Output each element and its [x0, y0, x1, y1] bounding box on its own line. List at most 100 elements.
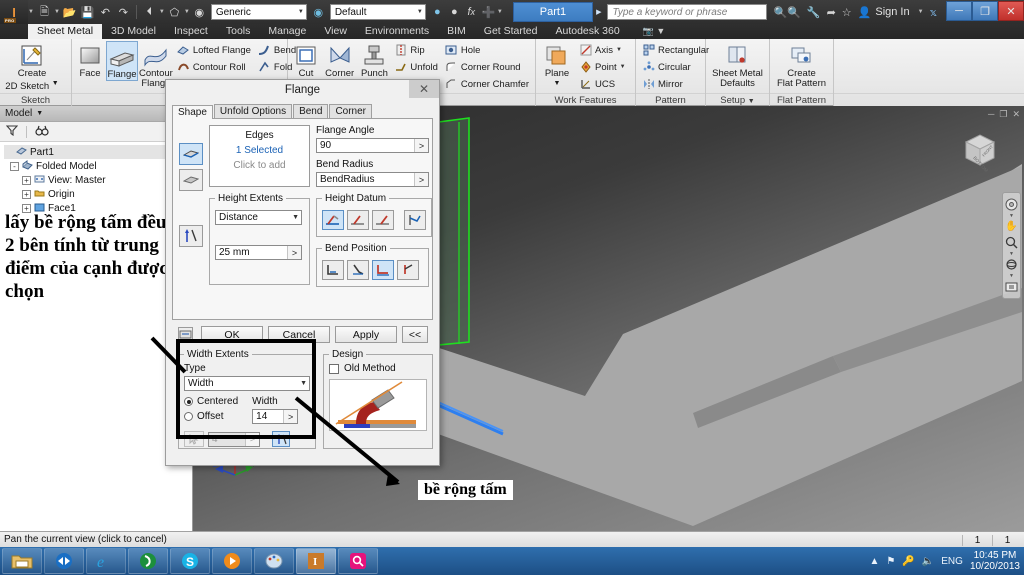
hole-button[interactable]: Hole [442, 42, 532, 58]
application-menu-button[interactable]: I PRO [0, 0, 28, 24]
browser-header[interactable]: Model ▼ [0, 106, 192, 122]
document-tab-part1[interactable]: Part1 [512, 2, 594, 22]
tab-3d-model[interactable]: 3D Model [102, 24, 165, 39]
tab-shape[interactable]: Shape [172, 105, 213, 119]
volume-icon[interactable]: 🔈 [922, 556, 934, 567]
full-navigation-wheel-icon[interactable] [1004, 197, 1019, 212]
zoom-chevron-icon[interactable]: ▼ [1009, 251, 1014, 257]
offset-radio-row[interactable]: Offset [184, 411, 238, 422]
taskbar-internet-explorer[interactable]: e [86, 548, 126, 574]
signin-chevron-icon[interactable]: ▼ [918, 9, 924, 15]
zoom-icon[interactable] [1004, 235, 1019, 250]
mirror-button[interactable]: Mirror [639, 76, 712, 92]
search-help-icon[interactable]: 🔍🔍 [773, 6, 800, 19]
setup-chevron-icon[interactable]: ▼ [748, 98, 755, 105]
document-tab-chevron-icon[interactable]: ▶ [596, 8, 601, 16]
height-extents-chevron-down-icon[interactable]: ▼ [292, 214, 299, 221]
cancel-button[interactable]: Cancel [268, 326, 330, 343]
collapse-dialog-button[interactable]: << [402, 326, 428, 343]
wrench-icon[interactable]: 🔧 [807, 6, 821, 19]
restore-button[interactable]: ❐ [972, 1, 998, 21]
redo-icon[interactable]: ↷ [115, 3, 132, 21]
offset-radio[interactable] [184, 412, 193, 421]
color-wheel-icon[interactable]: ◉ [310, 3, 327, 21]
taskbar-media-player[interactable] [212, 548, 252, 574]
sign-in-link[interactable]: Sign In [875, 6, 909, 18]
flange-angle-input[interactable]: 90 > [316, 138, 429, 153]
work-plane-button[interactable]: Plane ▼ [539, 41, 575, 92]
appearance-chevron-icon[interactable]: ▼ [417, 9, 423, 15]
ucs-button[interactable]: UCS [576, 76, 629, 92]
tree-expander-view-master[interactable]: + [22, 175, 31, 185]
edges-selection-box[interactable]: Edges 1 Selected Click to add [209, 125, 310, 187]
tab-tools[interactable]: Tools [217, 24, 260, 39]
taskbar-skype[interactable]: S [170, 548, 210, 574]
screencast-camera-icon[interactable]: 📷 ▼ [643, 26, 666, 37]
action-center-icon[interactable]: 🔑 [902, 556, 914, 567]
old-method-checkbox[interactable] [329, 363, 339, 374]
taskbar-idm[interactable] [128, 548, 168, 574]
tab-get-started[interactable]: Get Started [475, 24, 547, 39]
height-datum-option-4[interactable] [404, 210, 426, 230]
flange-dialog[interactable]: Flange ✕ Shape Unfold Options Bend Corne… [165, 79, 440, 466]
orbit-chevron-icon[interactable]: ▼ [1009, 273, 1014, 279]
work-point-button[interactable]: Point ▼ [576, 59, 629, 75]
face-button[interactable]: Face [75, 41, 105, 79]
network-icon[interactable]: ⚑ [886, 556, 895, 567]
bend-position-option-4[interactable] [397, 260, 419, 280]
tree-expander-origin[interactable]: + [22, 189, 31, 199]
adjust-appearance-icon[interactable]: ● [429, 3, 446, 21]
update-chevron-icon[interactable]: ▼ [184, 9, 190, 15]
orbit-icon[interactable] [1004, 257, 1019, 272]
flange-button[interactable]: Flange [106, 41, 138, 81]
view-cube[interactable]: BOTTOM FRONT [958, 128, 1002, 173]
tab-sheet-metal[interactable]: Sheet Metal [28, 24, 103, 39]
create-flat-pattern-button[interactable]: Create Flat Pattern [773, 41, 830, 89]
tab-view[interactable]: View [315, 24, 356, 39]
qat-overflow-chevron-icon[interactable]: ▼ [497, 9, 503, 15]
tab-bend[interactable]: Bend [293, 104, 329, 118]
navigation-bar[interactable]: ▼ ✋ ▼ ▼ [1002, 192, 1021, 299]
rectangular-pattern-button[interactable]: Rectangular [639, 42, 712, 58]
save-file-icon[interactable]: 💾 [79, 3, 96, 21]
unfold-button[interactable]: Unfold [391, 59, 440, 75]
bend-position-option-3[interactable] [372, 260, 394, 280]
binoculars-icon[interactable] [35, 124, 49, 139]
rip-button[interactable]: Rip [391, 42, 440, 58]
tab-corner[interactable]: Corner [329, 104, 373, 118]
favorites-star-icon[interactable]: ☆ [842, 6, 852, 19]
return-chevron-icon[interactable]: ▼ [159, 9, 165, 15]
taskbar-windows-explorer[interactable] [2, 548, 42, 574]
taskbar-autodesk-inventor[interactable]: I [296, 548, 336, 574]
appearance-selector[interactable]: Default ▼ [329, 4, 426, 20]
tab-bim[interactable]: BIM [438, 24, 475, 39]
sheet-metal-defaults-button[interactable]: Sheet Metal Defaults [709, 41, 766, 89]
tree-node-folded-model[interactable]: - Folded Model [4, 159, 192, 173]
centered-radio[interactable] [184, 397, 193, 406]
height-datum-option-1[interactable] [322, 210, 344, 230]
bend-position-option-2[interactable] [347, 260, 369, 280]
circular-pattern-button[interactable]: Circular [639, 59, 712, 75]
flip-direction-button[interactable] [179, 225, 203, 247]
tree-node-view-master[interactable]: + View: Master [4, 173, 192, 187]
tab-environments[interactable]: Environments [356, 24, 438, 39]
tab-manage[interactable]: Manage [259, 24, 315, 39]
pan-icon[interactable]: ✋ [1004, 219, 1019, 234]
width-flip-button[interactable] [272, 431, 290, 447]
clock[interactable]: 10:45 PM 10/20/2013 [970, 550, 1020, 572]
width-extents-type-combo[interactable]: Width ▼ [184, 376, 310, 391]
minimize-button[interactable]: ─ [946, 1, 972, 21]
tab-unfold-options[interactable]: Unfold Options [213, 104, 293, 118]
clear-appearance-icon[interactable]: ● [446, 3, 463, 21]
edge-select-mode-button[interactable] [179, 143, 203, 165]
look-at-icon[interactable] [1004, 279, 1019, 294]
material-browser-icon[interactable]: ◉ [191, 3, 208, 21]
search-input[interactable]: Type a keyword or phrase [607, 4, 768, 20]
cut-button[interactable]: Cut [291, 41, 321, 79]
width-value-more-icon[interactable]: > [283, 410, 298, 423]
wheel-chevron-icon[interactable]: ▼ [1009, 213, 1014, 219]
tab-inspect[interactable]: Inspect [165, 24, 217, 39]
height-distance-more-icon[interactable]: > [287, 246, 301, 259]
customize-qat-icon[interactable]: ➕ [480, 3, 497, 21]
new-file-icon[interactable]: 🗎 [36, 3, 53, 21]
